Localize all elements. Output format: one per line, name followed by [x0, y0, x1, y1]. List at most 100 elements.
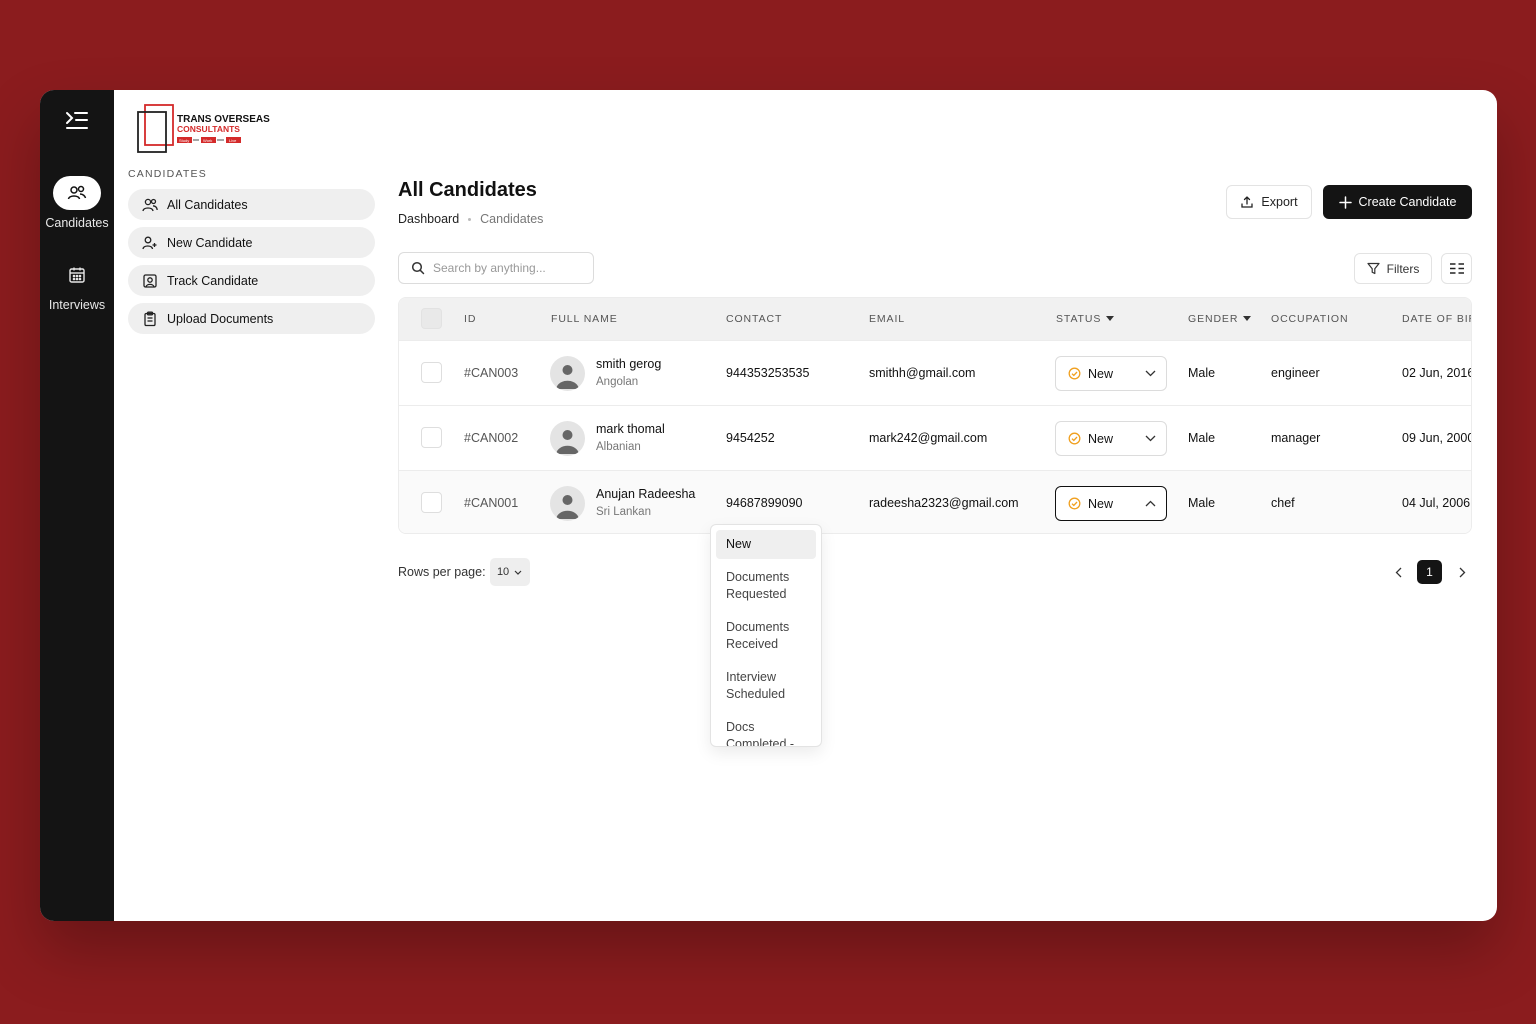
candidate-name-block: Anujan Radeesha Sri Lankan [596, 487, 695, 518]
table-row[interactable]: #CAN001 Anujan Radeesha Sri Lankan 94687… [399, 470, 1471, 533]
candidate-id: #CAN003 [464, 366, 519, 380]
user-avatar-icon [556, 495, 579, 519]
sidebar-item-new-candidate[interactable]: New Candidate [128, 227, 375, 258]
users-icon [142, 197, 158, 213]
chevron-left-icon [1395, 567, 1401, 577]
candidate-contact: 94687899090 [726, 496, 803, 510]
candidate-email: radeesha2323@gmail.com [869, 496, 1019, 510]
plus-icon [1338, 195, 1352, 209]
search-box [398, 252, 594, 284]
chevron-down-icon [1145, 435, 1156, 442]
status-select[interactable]: New [1055, 356, 1167, 391]
candidate-gender: Male [1188, 431, 1216, 445]
table-row[interactable]: #CAN002 mark thomal Albanian 9454252 mar… [399, 405, 1471, 470]
breadcrumb-dashboard[interactable]: Dashboard [398, 212, 459, 226]
row-checkbox[interactable] [421, 362, 442, 383]
user-avatar-icon [556, 365, 579, 389]
column-header-gender[interactable]: GENDER [1188, 313, 1252, 325]
column-view-button[interactable] [1441, 253, 1472, 284]
clipboard-icon [142, 311, 158, 327]
candidate-dob: 09 Jun, 2000 [1402, 431, 1472, 445]
search-icon [411, 261, 425, 275]
column-header-status[interactable]: STATUS [1056, 313, 1115, 325]
filter-icon [1367, 262, 1380, 275]
sidebar-item-upload-documents[interactable]: Upload Documents [128, 303, 375, 334]
rail-item-candidates[interactable]: Candidates [45, 176, 109, 230]
avatar [550, 356, 585, 391]
create-candidate-button[interactable]: Create Candidate [1323, 185, 1472, 219]
pagination: 1 [1388, 560, 1472, 584]
candidate-occupation: engineer [1271, 366, 1320, 380]
row-checkbox[interactable] [421, 427, 442, 448]
status-dropdown-menu: New Documents Requested Documents Receiv… [710, 524, 822, 747]
main-content: All Candidates Dashboard Candidates Expo… [384, 90, 1497, 921]
column-header-date-of-birth: DATE OF BIR [1402, 313, 1472, 325]
column-header-id: ID [464, 313, 477, 325]
upload-icon [1241, 196, 1254, 208]
prev-page-button[interactable] [1388, 560, 1408, 584]
candidate-email: smithh@gmail.com [869, 366, 976, 380]
candidate-name: Anujan Radeesha [596, 487, 696, 501]
user-plus-icon [142, 235, 158, 251]
table-row[interactable]: #CAN003 smith gerog Angolan 944353253535… [399, 340, 1471, 405]
candidate-name: mark thomal [596, 422, 665, 436]
candidate-nationality: Angolan [596, 376, 639, 388]
svg-text:CONSULTANTS: CONSULTANTS [177, 124, 240, 134]
status-option-new[interactable]: New [716, 530, 816, 559]
status-option-documents-requested[interactable]: Documents Requested [716, 563, 816, 609]
sidebar-item-label: Upload Documents [167, 311, 274, 326]
company-logo: TRANS OVERSEAS CONSULTANTS Study Work Li… [136, 102, 370, 156]
status-clock-icon [1068, 367, 1081, 380]
users-icon [53, 176, 101, 210]
svg-text:Work: Work [203, 138, 212, 143]
sidebar-item-label: Track Candidate [167, 273, 259, 288]
status-select[interactable]: New [1055, 421, 1167, 456]
column-header-email: EMAIL [869, 313, 906, 325]
candidate-gender: Male [1188, 496, 1216, 510]
sidebar-item-track-candidate[interactable]: Track Candidate [128, 265, 375, 296]
status-select[interactable]: New [1055, 486, 1167, 521]
row-checkbox[interactable] [421, 492, 442, 513]
menu-toggle-icon[interactable] [63, 108, 91, 134]
status-clock-icon [1068, 497, 1081, 510]
candidates-table: ID FULL NAME CONTACT EMAIL STATUS GENDER… [398, 297, 1472, 534]
candidate-contact: 944353253535 [726, 366, 810, 380]
user-square-icon [142, 273, 158, 289]
search-input[interactable] [433, 261, 583, 275]
sidebar-item-label: New Candidate [167, 235, 253, 250]
sidebar-item-all-candidates[interactable]: All Candidates [128, 189, 375, 220]
next-page-button[interactable] [1452, 560, 1472, 584]
avatar [550, 486, 585, 521]
chevron-up-icon [1145, 500, 1156, 507]
chevron-down-icon [1145, 370, 1156, 377]
export-button[interactable]: Export [1226, 185, 1312, 219]
candidate-name: smith gerog [596, 357, 662, 371]
candidate-dob: 02 Jun, 2016 [1402, 366, 1472, 380]
rows-per-page-select[interactable]: 10 [489, 558, 530, 586]
candidate-nationality: Sri Lankan [596, 506, 651, 518]
status-option-documents-received[interactable]: Documents Received [716, 613, 816, 659]
table-header: ID FULL NAME CONTACT EMAIL STATUS GENDER… [399, 298, 1471, 340]
column-header-full-name: FULL NAME [551, 313, 618, 325]
rail-item-interviews[interactable]: Interviews [49, 258, 105, 312]
status-clock-icon [1068, 432, 1081, 445]
calendar-icon [53, 258, 101, 292]
select-all-checkbox[interactable] [421, 308, 442, 329]
svg-text:Live: Live [229, 138, 237, 143]
filters-button[interactable]: Filters [1354, 253, 1432, 284]
candidate-dob: 04 Jul, 2006 [1402, 496, 1471, 510]
svg-text:Study: Study [179, 138, 189, 143]
candidate-occupation: chef [1271, 496, 1295, 510]
candidate-contact: 9454252 [726, 431, 775, 445]
status-option-docs-completed[interactable]: Docs Completed - Not [716, 713, 816, 746]
avatar [550, 421, 585, 456]
rail-label: Interviews [48, 298, 106, 312]
column-header-contact: CONTACT [726, 313, 783, 325]
sort-caret-icon [1106, 316, 1115, 321]
status-option-interview-scheduled[interactable]: Interview Scheduled [716, 663, 816, 709]
candidate-nationality: Albanian [596, 441, 641, 453]
list-columns-icon [1449, 263, 1464, 274]
user-avatar-icon [556, 430, 579, 454]
page-button-current[interactable]: 1 [1417, 560, 1442, 584]
side-panel: TRANS OVERSEAS CONSULTANTS Study Work Li… [114, 90, 384, 921]
